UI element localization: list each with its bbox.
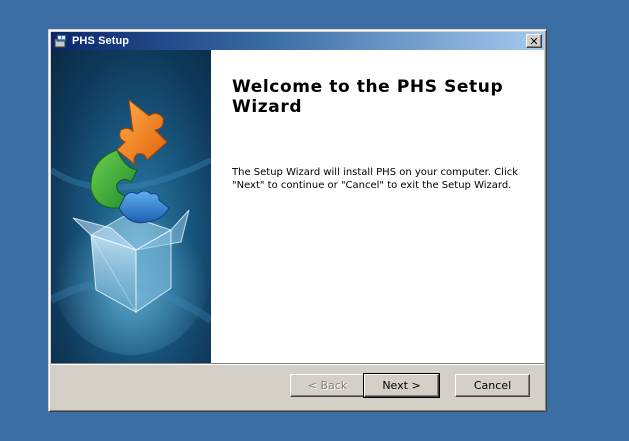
- setup-window: PHS Setup ✕ Welcome to the PHS Setup Wiz…: [48, 29, 547, 412]
- wizard-content: Welcome to the PHS Setup Wizard The Setu…: [51, 50, 544, 363]
- cancel-button[interactable]: Cancel: [455, 374, 530, 397]
- desktop-background: [0, 0, 38, 441]
- welcome-heading: Welcome to the PHS Setup Wizard: [232, 77, 504, 117]
- window-title: PHS Setup: [72, 35, 130, 47]
- installer-icon: [54, 34, 67, 48]
- button-separator: [51, 363, 544, 365]
- welcome-banner: [51, 50, 211, 363]
- close-button[interactable]: ✕: [526, 34, 542, 48]
- welcome-body: The Setup Wizard will install PHS on you…: [232, 167, 519, 191]
- back-button[interactable]: < Back: [290, 374, 365, 397]
- title-bar[interactable]: PHS Setup ✕: [51, 32, 544, 50]
- close-icon: ✕: [529, 34, 539, 48]
- puzzle-box-illustration: [51, 98, 211, 355]
- next-button[interactable]: Next >: [363, 373, 440, 398]
